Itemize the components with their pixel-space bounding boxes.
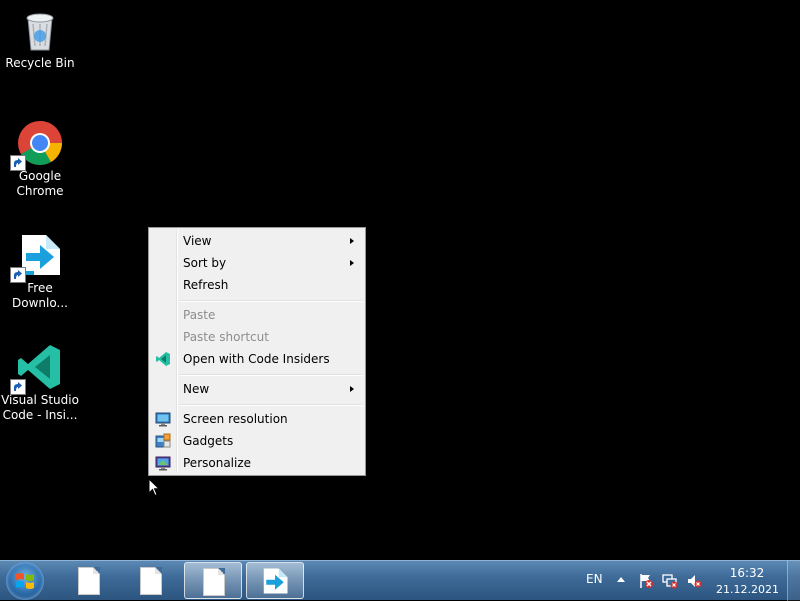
windows-logo-icon <box>16 573 34 589</box>
menu-separator <box>179 374 363 376</box>
menu-item-label: Personalize <box>183 456 252 470</box>
menu-separator <box>179 404 363 406</box>
menu-item-label: Open with Code Insiders <box>183 352 330 366</box>
chrome-icon <box>10 119 64 171</box>
input-language-indicator[interactable]: EN <box>586 572 603 586</box>
free-download-manager-icon <box>263 568 288 594</box>
desktop-context-menu: View Sort by Refresh Paste Paste shortcu… <box>148 227 366 476</box>
screen-resolution-icon <box>155 411 171 427</box>
taskbar-button-notepad-1[interactable] <box>60 562 118 599</box>
desktop-icon-label-line1: Visual Studio <box>1 393 79 407</box>
menu-item-label: View <box>183 234 212 248</box>
vscode-insiders-icon <box>10 343 64 395</box>
menu-item-label: Paste shortcut <box>183 330 269 344</box>
personalize-icon <box>155 455 171 471</box>
menu-item-label: Screen resolution <box>183 412 288 426</box>
submenu-arrow-icon <box>350 238 354 244</box>
menu-item-new[interactable]: New <box>151 378 363 400</box>
desktop-icon-label-line2: Code - Insi... <box>2 408 78 422</box>
menu-item-open-with-code-insiders[interactable]: Open with Code Insiders <box>151 348 363 370</box>
vscode-insiders-icon <box>155 351 171 367</box>
clock-time[interactable]: 16:32 <box>716 566 778 580</box>
taskbar-button-notepad-2[interactable] <box>122 562 180 599</box>
desktop-icon-label-line2: Downlo... <box>12 296 68 310</box>
clock-date[interactable]: 21.12.2021 <box>716 583 779 596</box>
menu-item-personalize[interactable]: Personalize <box>151 452 363 474</box>
submenu-arrow-icon <box>350 386 354 392</box>
network-icon[interactable] <box>662 573 678 589</box>
menu-item-paste-shortcut: Paste shortcut <box>151 326 363 348</box>
desktop-icon-label-line1: Free <box>27 281 53 295</box>
show-desktop-button[interactable] <box>787 561 800 601</box>
desktop-icon-google-chrome[interactable]: Google Chrome <box>0 119 80 199</box>
recycle-bin-icon <box>16 6 64 54</box>
desktop-icon-free-download-manager[interactable]: Free Downlo... <box>0 231 80 311</box>
menu-item-paste: Paste <box>151 304 363 326</box>
shortcut-arrow-icon <box>10 379 26 395</box>
menu-item-screen-resolution[interactable]: Screen resolution <box>151 408 363 430</box>
volume-muted-icon[interactable] <box>686 573 702 589</box>
desktop-icon-label: Recycle Bin <box>5 56 75 70</box>
menu-item-refresh[interactable]: Refresh <box>151 274 363 296</box>
document-icon <box>203 568 225 596</box>
menu-item-label: Gadgets <box>183 434 234 448</box>
menu-item-label: New <box>183 382 210 396</box>
menu-item-view[interactable]: View <box>151 230 363 252</box>
menu-item-gadgets[interactable]: Gadgets <box>151 430 363 452</box>
menu-item-label: Refresh <box>183 278 229 292</box>
document-icon <box>78 567 100 595</box>
menu-item-sort-by[interactable]: Sort by <box>151 252 363 274</box>
action-center-flag-icon[interactable] <box>638 573 654 589</box>
gadgets-icon <box>155 433 171 449</box>
mouse-cursor-icon <box>148 477 161 501</box>
menu-item-label: Sort by <box>183 256 227 270</box>
shortcut-arrow-icon <box>10 155 26 171</box>
desktop-icon-label-line1: Google <box>18 169 62 183</box>
start-button[interactable] <box>6 562 44 600</box>
menu-separator <box>179 300 363 302</box>
desktop-icon-recycle-bin[interactable]: Recycle Bin <box>0 6 80 71</box>
taskbar: EN 16:32 21.12.2021 <box>0 560 800 601</box>
menu-item-label: Paste <box>183 308 216 322</box>
taskbar-button-free-download-manager[interactable] <box>246 562 304 599</box>
taskbar-button-notepad-3[interactable] <box>184 562 242 599</box>
submenu-arrow-icon <box>350 260 354 266</box>
show-hidden-icons-button[interactable] <box>617 577 625 582</box>
desktop-icon-label-line2: Chrome <box>16 184 64 198</box>
free-download-manager-icon <box>10 231 64 283</box>
shortcut-arrow-icon <box>10 267 26 283</box>
desktop-icon-vscode-insiders[interactable]: Visual Studio Code - Insi... <box>0 343 80 423</box>
document-icon <box>140 567 162 595</box>
